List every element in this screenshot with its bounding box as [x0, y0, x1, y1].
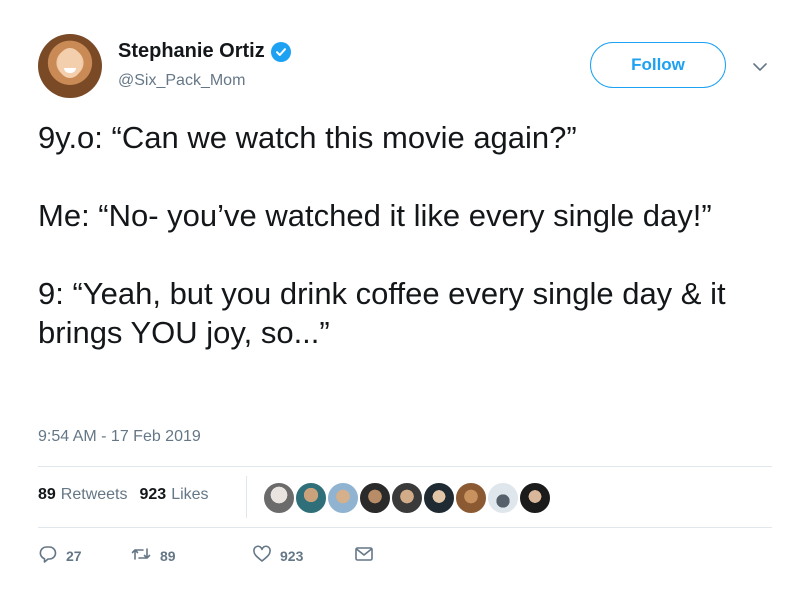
tweet-timestamp[interactable]: 9:54 AM - 17 Feb 2019 [38, 428, 201, 446]
envelope-icon [354, 545, 374, 566]
avatar[interactable] [38, 34, 102, 98]
liker-avatar[interactable] [454, 481, 488, 515]
chevron-down-icon[interactable] [751, 58, 769, 76]
tweet-actions: 27 89 923 [38, 544, 374, 567]
reply-button[interactable]: 27 [38, 544, 130, 567]
retweets-stat[interactable]: 89 Retweets [38, 486, 128, 504]
liker-avatars [262, 481, 552, 515]
retweets-label: Retweets [60, 486, 128, 503]
retweet-count: 89 [160, 547, 176, 564]
divider [38, 527, 772, 528]
retweet-button[interactable]: 89 [130, 544, 252, 567]
stats-separator [246, 476, 247, 518]
reply-icon [38, 544, 58, 567]
divider [38, 466, 772, 467]
tweet-header: Stephanie Ortiz @Six_Pack_Mom Follow [38, 34, 778, 98]
heart-icon [252, 544, 272, 567]
likes-stat[interactable]: 923 Likes [140, 486, 209, 504]
avatar-face [58, 48, 82, 78]
display-name[interactable]: Stephanie Ortiz [118, 40, 265, 63]
like-button[interactable]: 923 [252, 544, 354, 567]
tweet-text: 9y.o: “Can we watch this movie again?” M… [38, 120, 726, 350]
reply-count: 27 [66, 547, 82, 564]
liker-avatar[interactable] [326, 481, 360, 515]
liker-avatar[interactable] [518, 481, 552, 515]
likes-count: 923 [139, 486, 167, 503]
name-row: Stephanie Ortiz [118, 40, 291, 63]
follow-button[interactable]: Follow [590, 42, 726, 88]
liker-avatar[interactable] [262, 481, 296, 515]
liker-avatar[interactable] [358, 481, 392, 515]
liker-avatar[interactable] [486, 481, 520, 515]
user-handle[interactable]: @Six_Pack_Mom [118, 72, 245, 90]
likes-label: Likes [171, 486, 209, 503]
direct-message-button[interactable] [354, 545, 374, 566]
liker-avatar[interactable] [390, 481, 424, 515]
like-count: 923 [280, 547, 304, 564]
verified-badge-icon [270, 41, 291, 62]
liker-avatar[interactable] [294, 481, 328, 515]
retweets-count: 89 [38, 486, 56, 503]
liker-avatar[interactable] [422, 481, 456, 515]
engagement-stats: 89 Retweets 923 Likes [38, 486, 221, 504]
retweet-icon [130, 544, 152, 567]
